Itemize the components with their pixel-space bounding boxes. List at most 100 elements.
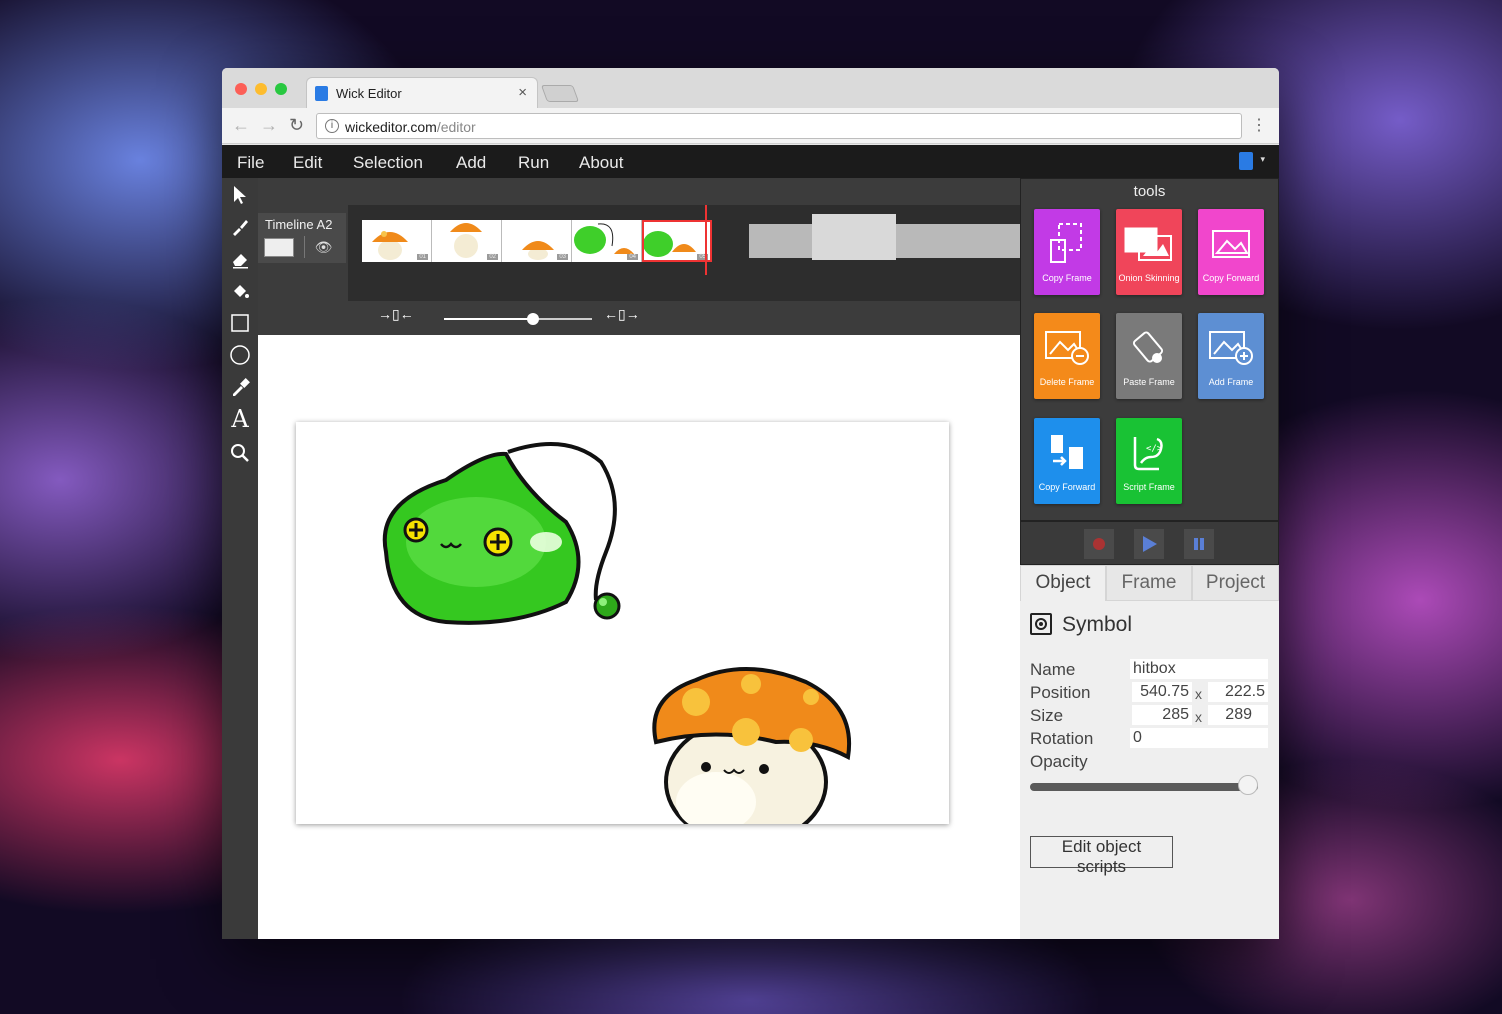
delete-frame-button[interactable]: Delete Frame	[1034, 313, 1100, 399]
green-slime-sprite[interactable]	[382, 442, 621, 625]
play-button[interactable]	[1134, 529, 1164, 559]
pause-icon	[1194, 538, 1204, 550]
playhead[interactable]	[705, 205, 707, 275]
opacity-slider[interactable]	[1030, 783, 1258, 791]
edit-object-scripts-button[interactable]: Edit object scripts	[1030, 836, 1173, 876]
wick-favicon-icon	[315, 86, 328, 101]
new-tab-button[interactable]	[540, 85, 580, 102]
menu-about[interactable]: About	[579, 153, 623, 173]
delete-frame-icon	[1034, 323, 1100, 373]
tool-button-label: Copy Forward	[1038, 482, 1096, 492]
eyedropper-icon[interactable]	[227, 374, 253, 400]
close-window-button[interactable]	[235, 83, 247, 95]
eye-icon[interactable]: 👁	[304, 236, 342, 258]
add-frame-icon	[1198, 323, 1264, 373]
frame-thumbnail-4[interactable]: 04	[572, 220, 642, 262]
copy-frame-button[interactable]: Copy Frame	[1034, 209, 1100, 295]
frame-number: 01	[417, 254, 428, 260]
menu-file[interactable]: File	[237, 153, 264, 173]
menu-bar: File Edit Selection Add Run About ▾	[222, 145, 1279, 178]
tab-frame[interactable]: Frame	[1106, 565, 1192, 601]
copy-forward-button[interactable]: Copy Forward	[1034, 418, 1100, 504]
reload-icon[interactable]: ↻	[289, 115, 304, 136]
url-path: /editor	[436, 119, 476, 135]
browser-tabbar: Wick Editor ×	[222, 68, 1279, 109]
menu-run[interactable]: Run	[518, 153, 549, 173]
frame-thumbnail-5[interactable]: 05	[642, 220, 712, 262]
pause-button[interactable]	[1184, 529, 1214, 559]
info-icon[interactable]: i	[325, 119, 339, 133]
browser-window: Wick Editor × ← → ↻ i wickeditor.com/edi…	[222, 68, 1279, 939]
cursor-icon[interactable]	[227, 182, 253, 208]
zoom-slider-knob[interactable]	[526, 313, 539, 325]
minimize-window-button[interactable]	[255, 83, 267, 95]
menu-add[interactable]: Add	[456, 153, 486, 173]
frame-number: 02	[487, 254, 498, 260]
frame-number: 04	[627, 254, 638, 260]
frame-thumbnail-1[interactable]: 01	[362, 220, 432, 262]
image-icon	[1198, 219, 1264, 269]
tool-button-label: Delete Frame	[1039, 377, 1095, 387]
menu-edit[interactable]: Edit	[293, 153, 322, 173]
zoom-icon[interactable]	[227, 440, 253, 466]
tab-project[interactable]: Project	[1192, 565, 1279, 601]
onion-skin-icon	[1116, 219, 1182, 269]
add-frame-button[interactable]: Add Frame	[1198, 313, 1264, 399]
paste-frame-button[interactable]: Paste Frame	[1116, 313, 1182, 399]
forward-icon[interactable]: →	[260, 115, 278, 136]
size-height-field[interactable]: 289	[1208, 705, 1268, 725]
tab-close-icon[interactable]: ×	[518, 84, 527, 101]
layer-name: Timeline A2	[265, 217, 333, 232]
zoom-out-frames-icon[interactable]: ←▯→	[604, 306, 640, 323]
frame-thumbnail-3[interactable]: 03	[502, 220, 572, 262]
timeline-panel: Timeline A2 👁 01 02 03 04 05 →▯← ←▯→	[258, 178, 1045, 335]
empty-frame-selection[interactable]	[812, 214, 896, 260]
name-field[interactable]: hitbox	[1130, 659, 1268, 679]
menu-selection[interactable]: Selection	[353, 153, 423, 173]
chevron-down-icon[interactable]: ▾	[1260, 154, 1265, 165]
canvas-area[interactable]	[258, 335, 1020, 939]
url-field[interactable]: i wickeditor.com/editor	[316, 113, 1242, 139]
rotation-field[interactable]: 0	[1130, 728, 1268, 748]
fill-bucket-icon[interactable]	[227, 278, 253, 304]
position-x-separator: x	[1195, 686, 1202, 702]
playback-controls	[1020, 521, 1279, 565]
play-icon	[1143, 536, 1157, 552]
rectangle-icon[interactable]	[227, 310, 253, 336]
maximize-window-button[interactable]	[275, 83, 287, 95]
orange-mushroom-sprite[interactable]	[652, 667, 852, 824]
tools-panel: tools Copy Frame Onion Skinning Copy For…	[1020, 178, 1279, 521]
address-bar: ← → ↻ i wickeditor.com/editor ⋮	[222, 108, 1279, 144]
browser-tab[interactable]: Wick Editor ×	[306, 77, 538, 109]
script-frame-icon: </>	[1116, 428, 1182, 478]
layer-row[interactable]: Timeline A2 👁	[258, 213, 346, 263]
position-y-field[interactable]: 222.5	[1208, 682, 1268, 702]
size-width-field[interactable]: 285	[1132, 705, 1192, 725]
opacity-slider-knob[interactable]	[1238, 775, 1258, 795]
frame-number: 03	[557, 254, 568, 260]
back-icon[interactable]: ←	[232, 115, 250, 136]
onion-skinning-button[interactable]: Onion Skinning	[1116, 209, 1182, 295]
symbol-icon	[1030, 613, 1052, 635]
copy-forward-image-button[interactable]: Copy Forward	[1198, 209, 1264, 295]
browser-menu-icon[interactable]: ⋮	[1251, 115, 1267, 135]
eraser-icon[interactable]	[227, 246, 253, 272]
zoom-slider-fill	[444, 318, 533, 320]
svg-text:</>: </>	[1146, 444, 1163, 454]
zoom-in-frames-icon[interactable]: →▯←	[378, 306, 414, 323]
timeline-zoom-slider[interactable]	[444, 313, 592, 325]
frame-thumbnail-2[interactable]: 02	[432, 220, 502, 262]
empty-frame-track[interactable]	[749, 224, 1045, 258]
ellipse-icon[interactable]	[227, 342, 253, 368]
copy-frame-icon	[1034, 219, 1100, 269]
wick-logo-icon[interactable]	[1239, 152, 1253, 170]
tab-title: Wick Editor	[336, 86, 402, 101]
script-frame-button[interactable]: </> Script Frame	[1116, 418, 1182, 504]
brush-icon[interactable]	[227, 214, 253, 240]
record-button[interactable]	[1084, 529, 1114, 559]
tab-object[interactable]: Object	[1020, 565, 1106, 601]
url-text: wickeditor.com/editor	[345, 119, 476, 135]
stage[interactable]	[296, 422, 949, 824]
text-icon[interactable]: A	[227, 405, 253, 433]
position-x-field[interactable]: 540.75	[1132, 682, 1192, 702]
